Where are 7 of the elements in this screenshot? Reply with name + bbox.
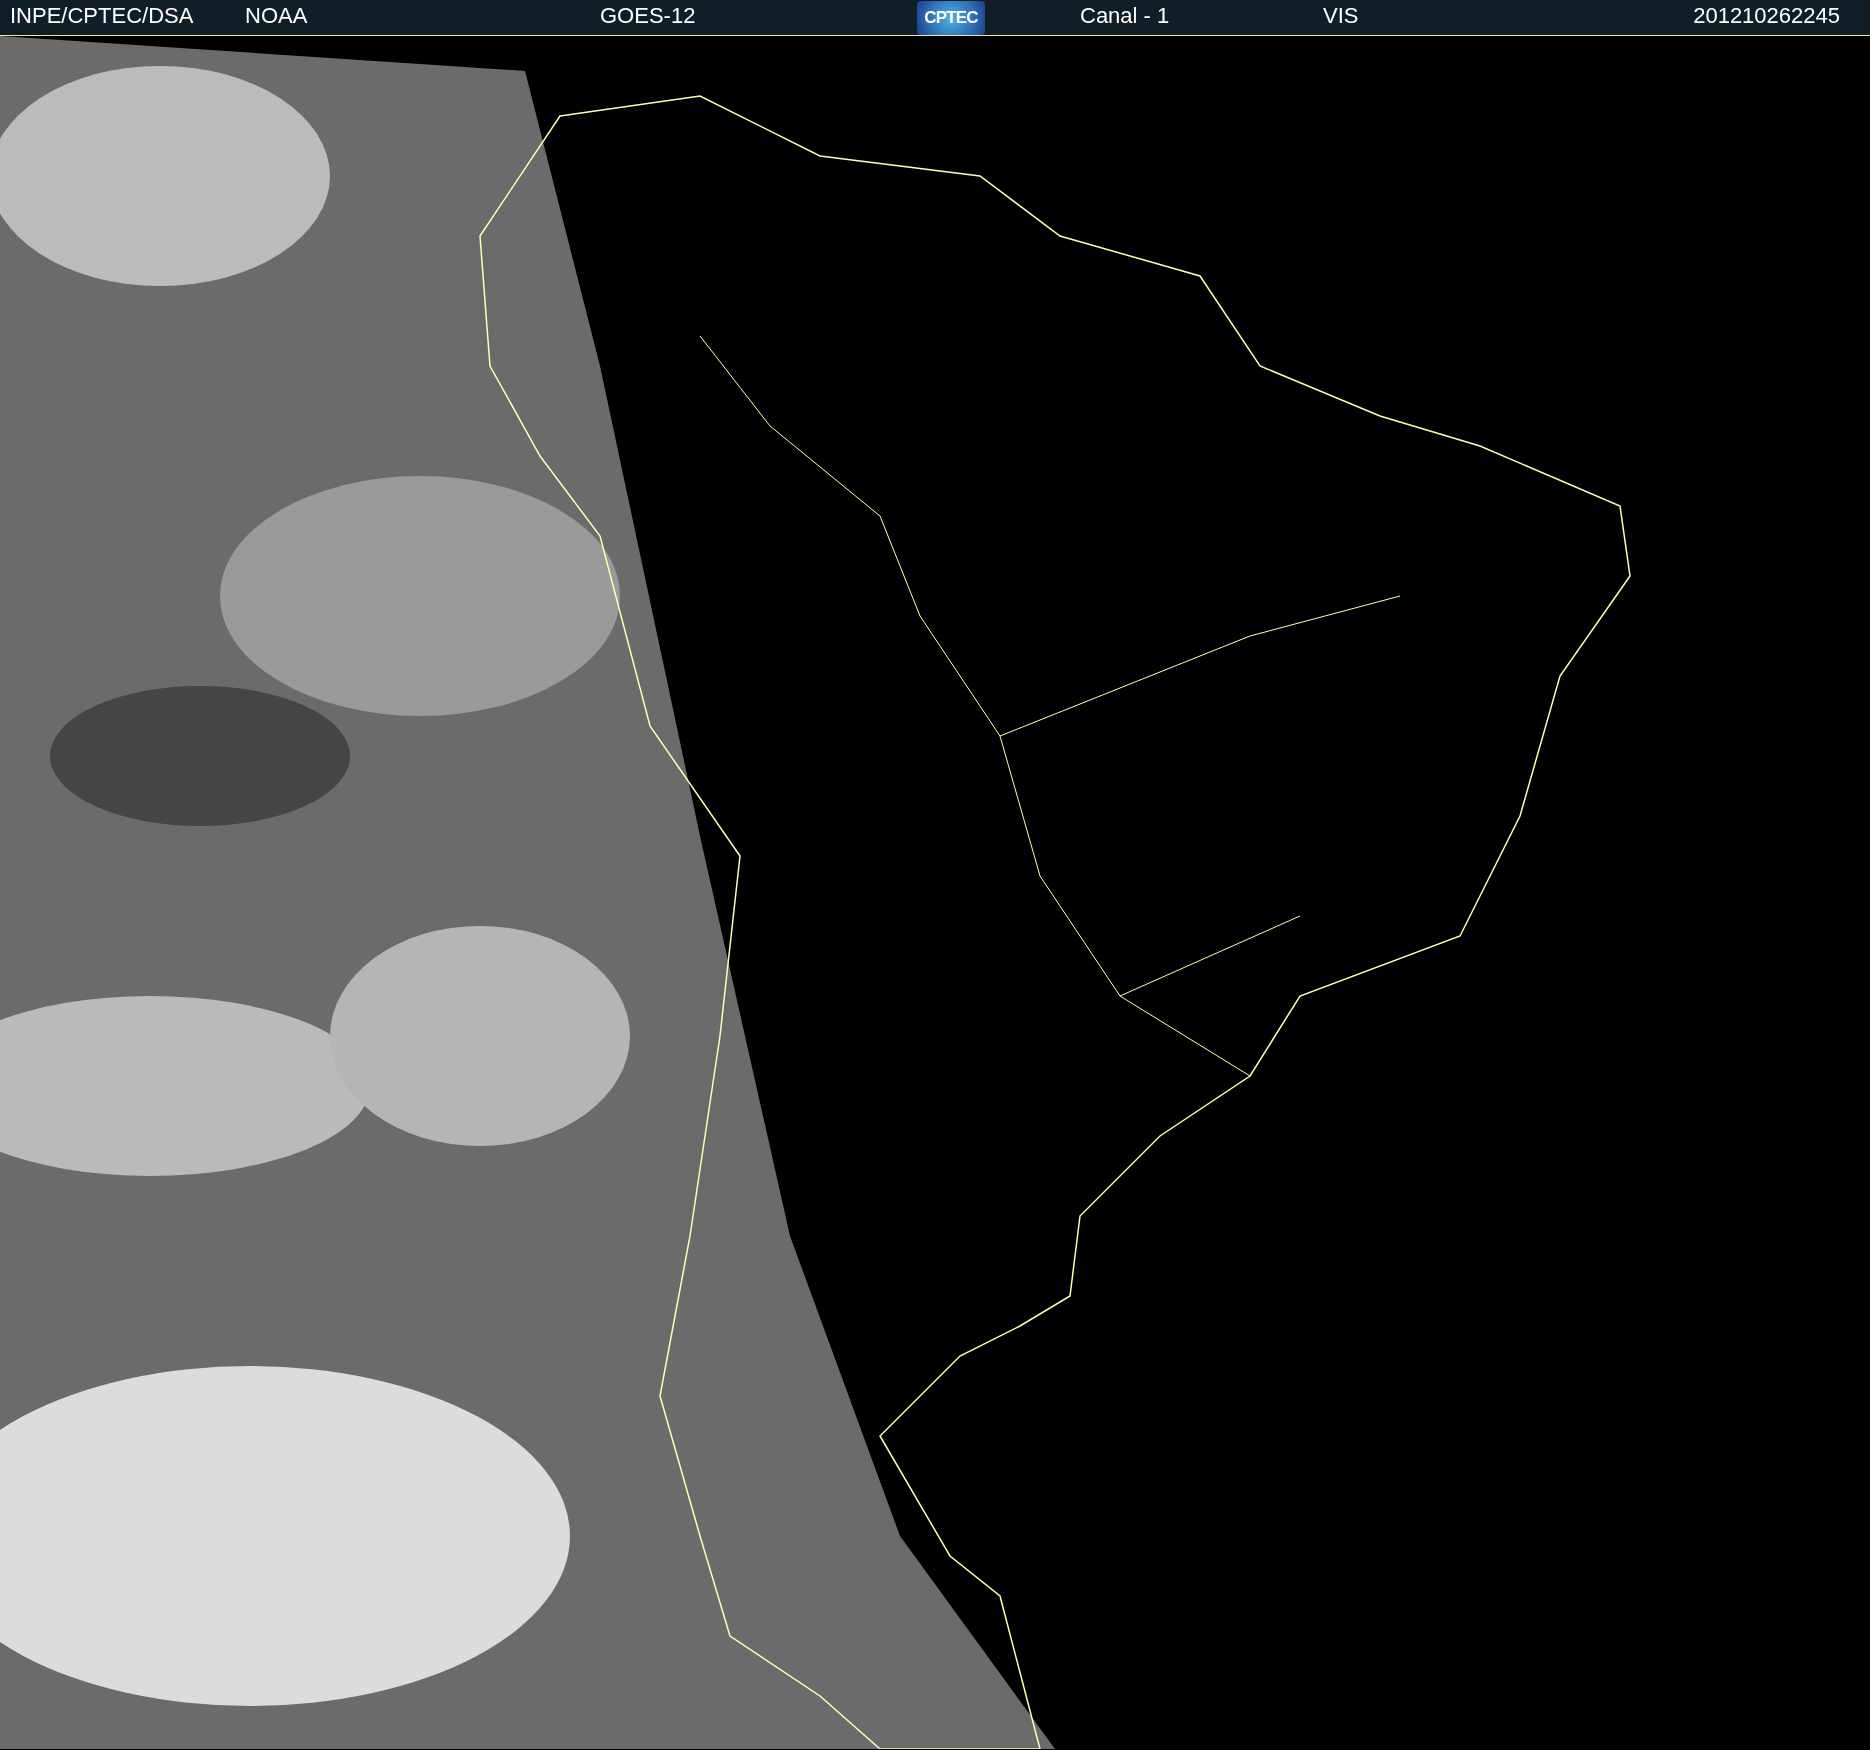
header-label: VIS xyxy=(1323,3,1359,28)
header-label: NOAA xyxy=(245,3,308,28)
logo: CPTEC xyxy=(917,0,985,35)
header-label: GOES-12 xyxy=(600,3,696,28)
header-label: 201210262245 xyxy=(1693,3,1840,28)
header-label: INPE/CPTEC/DSA xyxy=(10,3,194,28)
header-label: Canal - 1 xyxy=(1080,3,1170,28)
